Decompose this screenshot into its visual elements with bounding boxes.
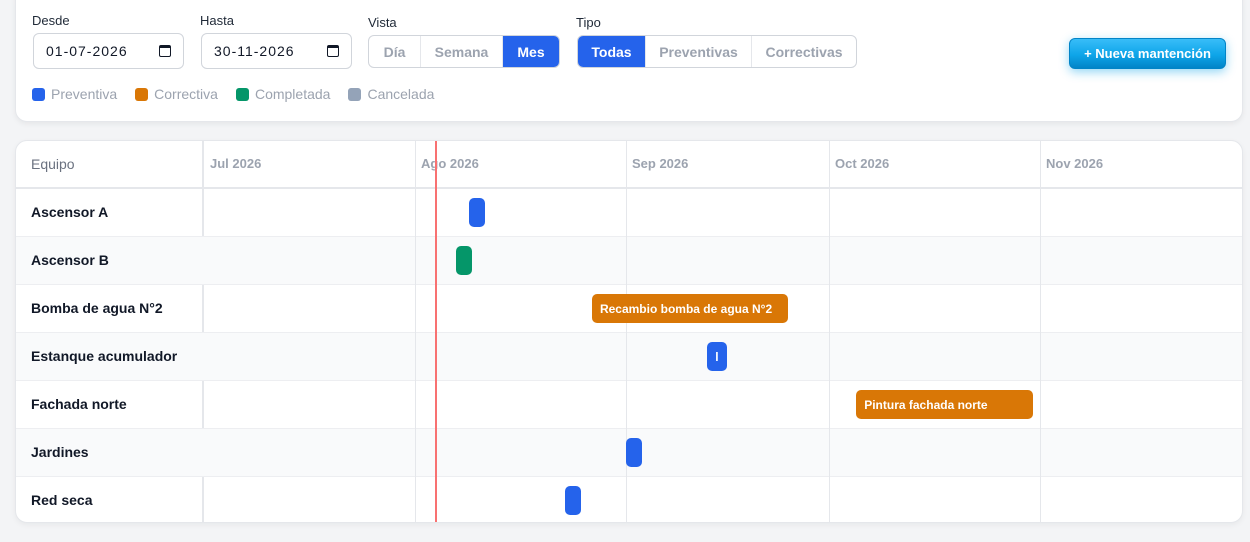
legend-item-cancelada: Cancelada [348, 86, 434, 102]
hasta-date-value: 30-11-2026 [214, 43, 295, 59]
row-equipo-label: Ascensor A [31, 204, 109, 220]
gantt-row: Ascensor B [16, 237, 1242, 285]
row-equipo-label: Red seca [31, 492, 93, 508]
new-maintenance-button[interactable]: + Nueva mantención [1069, 38, 1226, 69]
calendar-icon[interactable] [327, 45, 339, 57]
filters-panel: Desde 01-07-2026 Hasta 30-11-2026 Vista … [15, 0, 1243, 122]
month-header-label: Ago 2026 [421, 156, 479, 171]
maintenance-task-bar[interactable] [626, 438, 642, 467]
desde-date-value: 01-07-2026 [46, 43, 128, 59]
gantt-row: Estanque acumulador [16, 333, 1242, 381]
maintenance-task-bar[interactable]: Pintura fachada norte [856, 390, 1034, 419]
gantt-row: Red seca [16, 477, 1242, 522]
gantt-row: Ascensor A [16, 189, 1242, 237]
month-header-label: Nov 2026 [1046, 156, 1104, 171]
calendar-icon[interactable] [159, 45, 171, 57]
month-header-label: Sep 2026 [632, 156, 689, 171]
legend-swatch [348, 87, 362, 101]
maintenance-task-bar[interactable] [564, 486, 581, 515]
vista-option-dia[interactable]: Día [369, 36, 421, 67]
tipo-toggle-group: Todas Preventivas Correctivas [577, 35, 857, 68]
legend-label: Preventiva [51, 86, 118, 102]
today-marker-line [435, 141, 437, 522]
row-equipo-label: Bomba de agua N°2 [31, 300, 163, 316]
legend-swatch [32, 87, 45, 101]
tipo-option-preventivas[interactable]: Preventivas [646, 36, 752, 67]
hasta-label: Hasta [200, 13, 234, 28]
month-header-label: Jul 2026 [210, 156, 262, 171]
row-equipo-label: Ascensor B [31, 252, 109, 268]
legend-label: Correctiva [154, 86, 218, 102]
legend-label: Cancelada [367, 86, 435, 102]
legend-label: Completada [254, 86, 331, 102]
month-header-label: Oct 2026 [835, 156, 890, 171]
legend-item-completada: Completada [235, 86, 331, 102]
legend-swatch [135, 87, 149, 101]
equipo-column-header: Equipo [31, 156, 75, 172]
vista-toggle-group: Día Semana Mes [368, 35, 560, 68]
maintenance-task-bar[interactable]: Recambio bomba de agua N°2 [591, 294, 789, 323]
vista-option-mes[interactable]: Mes [503, 36, 559, 67]
gantt-row: Fachada norte [16, 381, 1242, 429]
hasta-date-input[interactable]: 30-11-2026 [201, 33, 352, 69]
status-legend: Preventiva Correctiva Completada Cancela… [32, 86, 434, 102]
maintenance-task-bar[interactable] [455, 246, 472, 275]
row-equipo-label: Jardines [31, 444, 89, 460]
gantt-chart: Equipo Jul 2026 Ago 2026 Sep 2026 Oct 2026 N… [15, 140, 1243, 523]
tipo-option-todas[interactable]: Todas [578, 36, 646, 67]
legend-item-preventiva: Preventiva [32, 86, 117, 102]
desde-date-input[interactable]: 01-07-2026 [33, 33, 184, 69]
vista-label: Vista [368, 15, 397, 30]
maintenance-task-bar[interactable]: l [707, 342, 728, 371]
maintenance-task-bar[interactable] [469, 198, 486, 227]
legend-item-correctiva: Correctiva [135, 86, 218, 102]
vista-option-semana[interactable]: Semana [421, 36, 503, 67]
month-gridline [829, 141, 830, 522]
gantt-header: Equipo Jul 2026 Ago 2026 Sep 2026 Oct 2026 N… [16, 141, 1242, 189]
row-equipo-label: Estanque acumulador [31, 348, 178, 364]
row-equipo-label: Fachada norte [31, 396, 127, 412]
month-gridline [415, 141, 416, 522]
tipo-option-correctivas[interactable]: Correctivas [752, 36, 856, 67]
legend-swatch [235, 87, 249, 101]
tipo-label: Tipo [576, 15, 601, 30]
month-gridline [1040, 141, 1041, 522]
desde-label: Desde [32, 13, 70, 28]
